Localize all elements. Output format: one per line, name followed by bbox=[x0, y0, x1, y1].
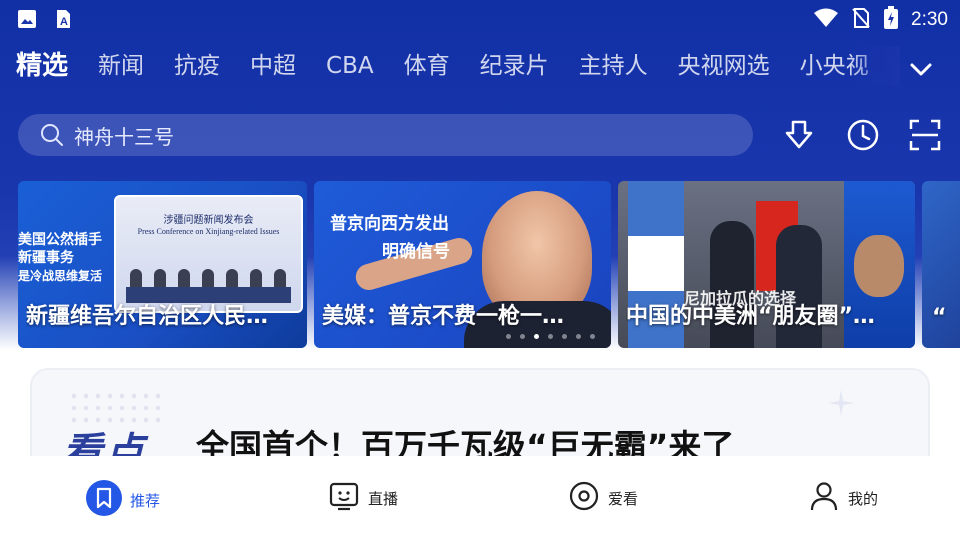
banner-carousel[interactable]: 涉疆问题新闻发布会 Press Conference on Xinjiang-r… bbox=[0, 181, 960, 348]
banner-caption: 新疆维吾尔自治区人民… bbox=[26, 304, 269, 329]
history-icon[interactable] bbox=[846, 118, 880, 152]
nav-label: 我的 bbox=[848, 489, 879, 508]
search-placeholder: 神舟十三号 bbox=[74, 124, 174, 149]
nav-mine[interactable]: 我的 bbox=[808, 480, 878, 516]
bookmark-icon bbox=[86, 480, 122, 520]
tab-news[interactable]: 新闻 bbox=[98, 46, 144, 86]
banner-caption: “ bbox=[932, 305, 947, 330]
scan-icon[interactable] bbox=[908, 118, 942, 152]
pagination-dot bbox=[506, 334, 511, 339]
image-icon bbox=[16, 8, 38, 34]
pagination-dot-active bbox=[534, 334, 539, 339]
battery-charging-icon bbox=[883, 6, 899, 34]
pagination-dot bbox=[548, 334, 553, 339]
nav-label: 直播 bbox=[368, 489, 399, 508]
chevron-down-icon[interactable] bbox=[908, 56, 934, 82]
press-conference-image: 涉疆问题新闻发布会 Press Conference on Xinjiang-r… bbox=[114, 195, 303, 313]
tab-cctv-picks[interactable]: 央视网选 bbox=[678, 46, 770, 86]
app-screen: A 2:30 精选 新闻 抗疫 中超 CBA 体育 纪录片 主持人 央视网选 小… bbox=[0, 0, 960, 540]
tab-antiepidemic[interactable]: 抗疫 bbox=[174, 46, 220, 86]
nav-live[interactable]: 直播 bbox=[328, 480, 398, 516]
panel-title: 涉疆问题新闻发布会 bbox=[163, 215, 254, 226]
tab-csl[interactable]: 中超 bbox=[250, 46, 296, 86]
pagination-dot bbox=[576, 334, 581, 339]
person-figure bbox=[178, 269, 190, 289]
pagination-dot bbox=[520, 334, 525, 339]
search-icon bbox=[40, 123, 64, 147]
person-figure bbox=[130, 269, 142, 289]
nav-label: 推荐 bbox=[130, 491, 161, 510]
pagination-dot bbox=[590, 334, 595, 339]
svg-text:A: A bbox=[60, 16, 68, 28]
panel-subtitle: Press Conference on Xinjiang-related Iss… bbox=[137, 227, 280, 236]
download-icon[interactable] bbox=[782, 118, 816, 152]
nav-label: 爱看 bbox=[608, 489, 639, 508]
person-icon bbox=[808, 480, 840, 516]
person-figure bbox=[154, 269, 166, 289]
banner-card[interactable]: “ bbox=[922, 181, 960, 348]
banner-caption: 中国的中美洲“朋友圈”… bbox=[626, 304, 875, 329]
wifi-icon bbox=[813, 7, 839, 33]
person-figure bbox=[226, 269, 238, 289]
search-bar[interactable]: 神舟十三号 bbox=[18, 114, 753, 156]
nav-favorites[interactable]: 爱看 bbox=[568, 480, 638, 516]
person-figure bbox=[250, 269, 262, 289]
banner-overlay-text: 美国公然插手 新疆事务 是冷战思维复活 bbox=[18, 231, 128, 285]
overlay-line: 新疆事务 bbox=[18, 250, 74, 266]
disc-icon bbox=[568, 480, 600, 516]
tab-sports[interactable]: 体育 bbox=[404, 46, 450, 86]
person-figure bbox=[202, 269, 214, 289]
banner-caption: 美媒：普京不费一枪一… bbox=[322, 304, 565, 329]
tab-fade bbox=[850, 46, 900, 86]
inset-portrait bbox=[854, 235, 904, 297]
banner-card[interactable]: 普京向西方发出 明确信号 美媒：普京不费一枪一… bbox=[314, 181, 611, 348]
clock-time: 2:30 bbox=[911, 9, 948, 30]
tab-cba[interactable]: CBA bbox=[326, 46, 374, 86]
tab-hosts[interactable]: 主持人 bbox=[579, 46, 648, 86]
tab-documentary[interactable]: 纪录片 bbox=[480, 46, 549, 86]
no-sim-icon bbox=[851, 7, 871, 33]
bottom-navigation: 推荐 直播 爱看 我的 bbox=[0, 456, 960, 540]
tab-jingxuan[interactable]: 精选 bbox=[16, 46, 68, 86]
banner-overlay-text: 普京向西方发出 bbox=[330, 214, 449, 234]
overlay-line: 美国公然插手 bbox=[18, 232, 102, 248]
banner-card[interactable]: 涉疆问题新闻发布会 Press Conference on Xinjiang-r… bbox=[18, 181, 307, 348]
carousel-pagination bbox=[506, 334, 595, 339]
tv-icon bbox=[328, 480, 360, 516]
banner-overlay-text: 明确信号 bbox=[382, 242, 450, 262]
channel-tabs: 精选 新闻 抗疫 中超 CBA 体育 纪录片 主持人 央视网选 小央视 bbox=[16, 46, 896, 90]
sparkle-icon bbox=[828, 390, 854, 416]
overlay-line: 是冷战思维复活 bbox=[18, 269, 103, 283]
status-bar: A 2:30 bbox=[0, 0, 960, 36]
pagination-dot bbox=[562, 334, 567, 339]
person-figure bbox=[274, 269, 286, 289]
banner-card[interactable]: 尼加拉瓜的选择 中国的中美洲“朋友圈”… bbox=[618, 181, 915, 348]
nav-recommend[interactable]: 推荐 bbox=[86, 480, 160, 520]
a-icon: A bbox=[52, 8, 74, 34]
